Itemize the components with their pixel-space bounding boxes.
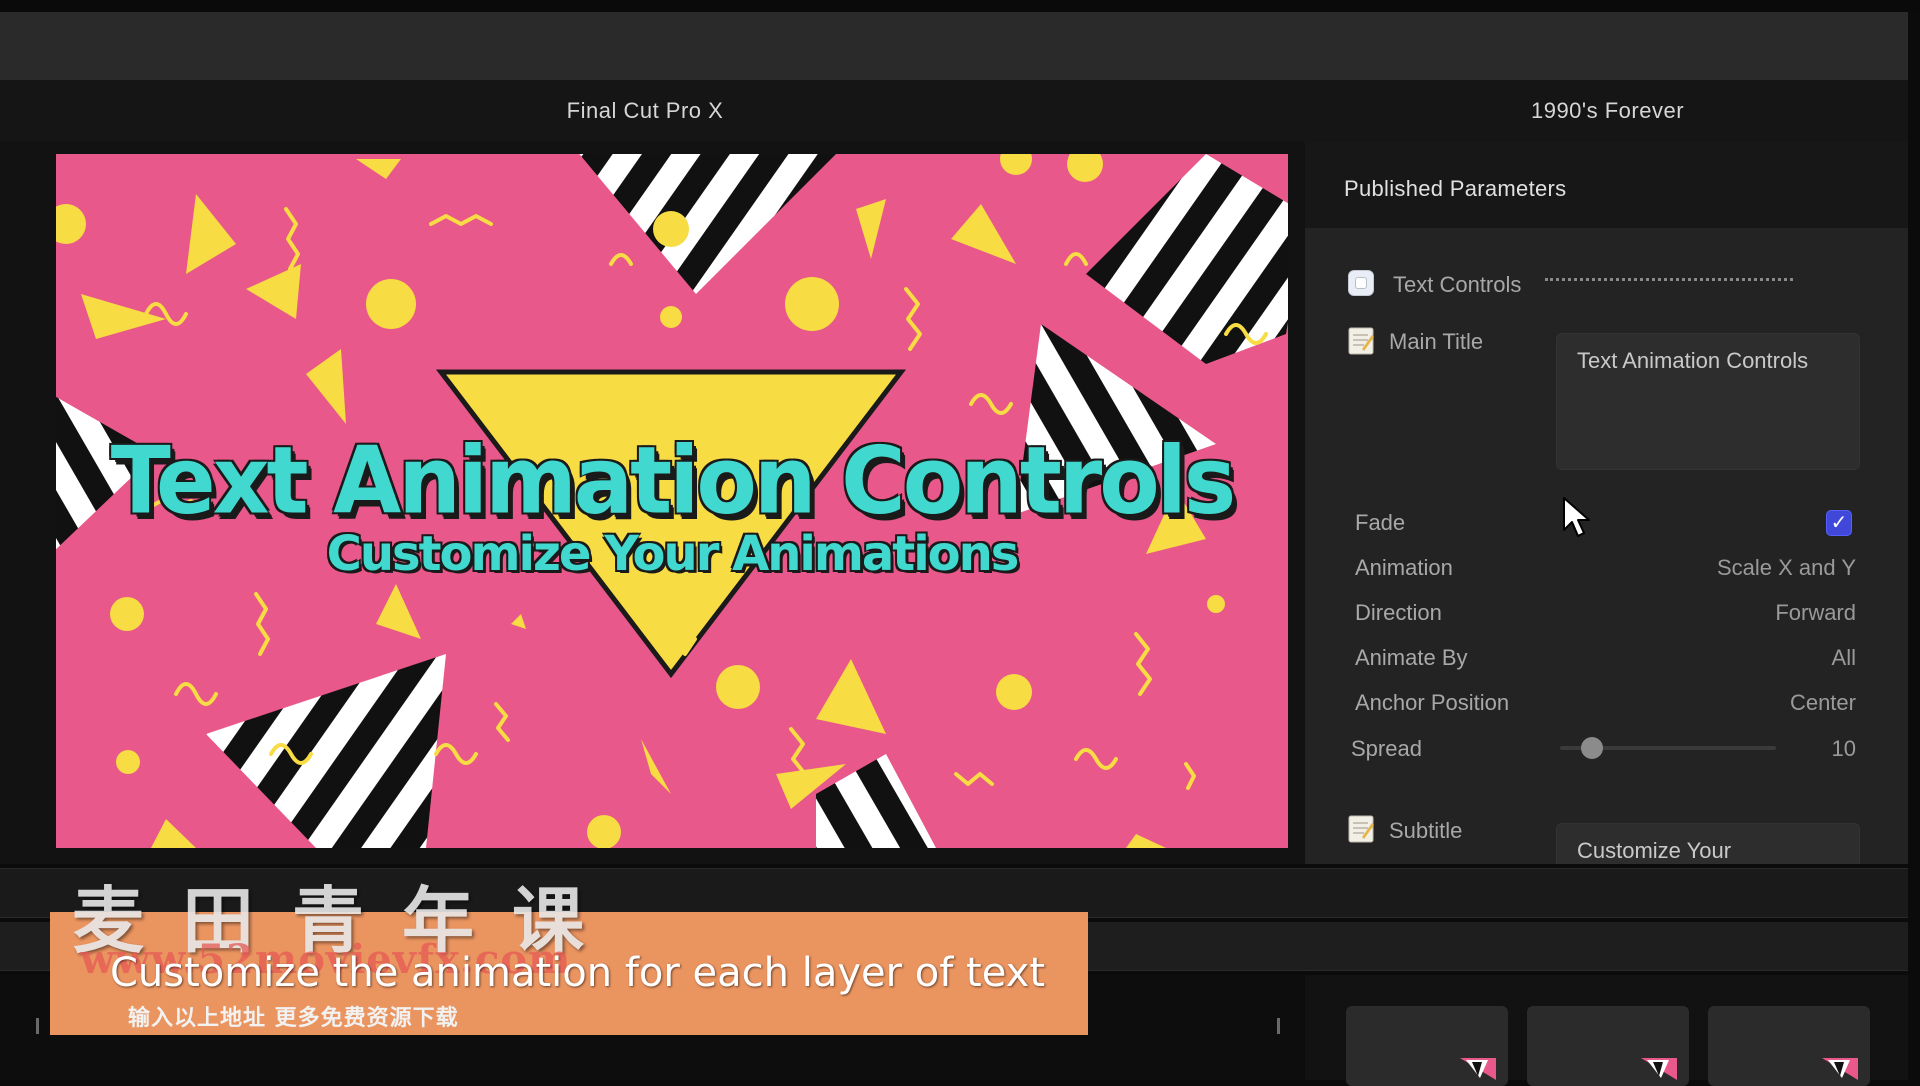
fade-label: Fade (1355, 510, 1406, 535)
animate-by-popup[interactable]: All (1596, 645, 1856, 671)
main-title-field[interactable]: Text Animation Controls (1556, 333, 1860, 470)
viewer-canvas[interactable]: Text Animation Controls Customize Your A… (56, 154, 1288, 848)
text-controls-checkbox[interactable] (1348, 270, 1374, 296)
direction-popup[interactable]: Forward (1596, 600, 1856, 626)
clip-icon (1822, 1058, 1858, 1080)
ruler-tick (1277, 1018, 1280, 1034)
anchor-position-popup[interactable]: Center (1596, 690, 1856, 716)
text-document-icon (1348, 327, 1374, 355)
animate-by-label: Animate By (1355, 645, 1468, 670)
parameters-panel (1305, 228, 1908, 864)
clip-icon (1460, 1058, 1496, 1080)
main-title-text: Text Animation Controls (110, 426, 1237, 535)
subtitle-text: Customize Your Animations (326, 526, 1020, 582)
subtitle-field[interactable]: Customize Your (1556, 823, 1860, 864)
inspector-heading: Published Parameters (1344, 176, 1567, 201)
clip-icon (1641, 1058, 1677, 1080)
animation-popup[interactable]: Scale X and Y (1596, 555, 1856, 581)
project-title: 1990's Forever (1530, 98, 1685, 123)
fade-checkbox[interactable]: ✓ (1826, 510, 1852, 536)
direction-label: Direction (1355, 600, 1442, 625)
anchor-position-label: Anchor Position (1355, 690, 1510, 715)
subtitle-label: Subtitle (1389, 818, 1463, 843)
animation-label: Animation (1355, 555, 1453, 580)
checkbox-inner (1355, 277, 1367, 289)
mouse-cursor-icon (1563, 497, 1590, 537)
watermark-hint: 输入以上地址 更多免费资源下载 (128, 1006, 459, 1031)
text-document-icon (1348, 815, 1374, 843)
spread-label: Spread (1351, 736, 1422, 761)
spread-value[interactable]: 10 (1596, 736, 1856, 762)
main-title-label: Main Title (1389, 329, 1484, 354)
viewer-title: Final Cut Pro X (566, 98, 724, 123)
dotted-separator (1545, 278, 1793, 281)
window-top-bar (0, 0, 1920, 12)
caption-text: Customize the animation for each layer o… (110, 950, 1045, 996)
text-controls-label: Text Controls (1393, 272, 1522, 297)
ruler-tick (36, 1018, 39, 1034)
toolbar (0, 12, 1908, 80)
